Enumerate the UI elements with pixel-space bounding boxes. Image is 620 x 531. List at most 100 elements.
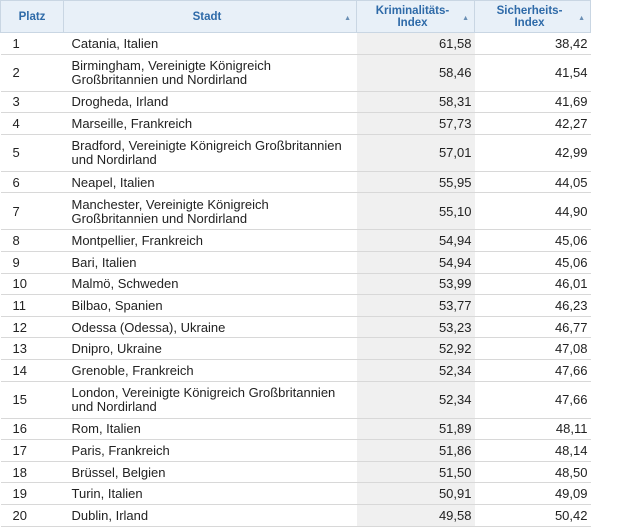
city-cell: Malmö, Schweden <box>63 273 357 296</box>
safety-index-cell: 44,90 <box>474 192 591 231</box>
table-row: 5 Bradford, Vereinigte Königreich Großbri… <box>0 134 591 172</box>
crime-index-cell: 54,94 <box>356 251 475 274</box>
column-header-crime-index-label: Kriminalitäts- Index <box>375 4 450 29</box>
column-header-crime-index[interactable]: Kriminalitäts- Index ▲ <box>356 0 475 33</box>
safety-index-cell: 45,06 <box>474 229 591 252</box>
table-row: 19 Turin, Italien 50,91 49,09 <box>0 482 591 505</box>
rank-cell: 17 <box>0 439 64 462</box>
rank-cell: 14 <box>0 359 64 382</box>
city-cell: Neapel, Italien <box>63 171 357 194</box>
table-row: 8 Montpellier, Frankreich 54,94 45,06 <box>0 229 591 252</box>
crime-index-cell: 50,91 <box>356 482 475 505</box>
crime-index-cell: 51,86 <box>356 439 475 462</box>
safety-index-cell: 41,54 <box>474 54 591 92</box>
city-cell: Rom, Italien <box>63 418 357 441</box>
city-cell: Odessa (Odessa), Ukraine <box>63 316 357 339</box>
safety-index-cell: 46,23 <box>474 294 591 317</box>
table-row: 11 Bilbao, Spanien 53,77 46,23 <box>0 294 591 317</box>
column-header-rank[interactable]: Platz <box>0 0 64 33</box>
rank-cell: 4 <box>0 112 64 135</box>
crime-index-cell: 58,31 <box>356 91 475 114</box>
rank-cell: 9 <box>0 251 64 274</box>
crime-index-cell: 55,10 <box>356 192 475 231</box>
city-cell: Bradford, Vereinigte Königreich Großbrit… <box>63 134 357 172</box>
rank-cell: 1 <box>0 32 64 55</box>
rank-cell: 5 <box>0 134 64 172</box>
crime-index-cell: 61,58 <box>356 32 475 55</box>
safety-index-cell: 44,05 <box>474 171 591 194</box>
column-header-rank-label: Platz <box>18 10 46 23</box>
city-cell: Turin, Italien <box>63 482 357 505</box>
column-header-safety-index[interactable]: Sicherheits- Index ▲ <box>474 0 591 33</box>
safety-index-cell: 50,42 <box>474 504 591 527</box>
crime-index-cell: 53,23 <box>356 316 475 339</box>
sort-caret-up-icon: ▲ <box>344 15 351 22</box>
city-cell: Dnipro, Ukraine <box>63 337 357 360</box>
crime-index-cell: 52,92 <box>356 337 475 360</box>
rank-cell: 15 <box>0 381 64 419</box>
safety-index-cell: 47,66 <box>474 381 591 419</box>
city-cell: Brüssel, Belgien <box>63 461 357 484</box>
crime-index-cell: 58,46 <box>356 54 475 92</box>
table-body: 1 Catania, Italien 61,58 38,42 2 Birmingham, … <box>0 32 591 527</box>
crime-index-cell: 51,89 <box>356 418 475 441</box>
city-cell: Catania, Italien <box>63 32 357 55</box>
table-row: 3 Drogheda, Irland 58,31 41,69 <box>0 91 591 114</box>
safety-index-cell: 47,66 <box>474 359 591 382</box>
city-cell: Marseille, Frankreich <box>63 112 357 135</box>
crime-index-cell: 53,99 <box>356 273 475 296</box>
crime-index-cell: 55,95 <box>356 171 475 194</box>
crime-index-table-container: Platz Stadt ▲ Kriminalitäts- Index ▲ Sic… <box>0 0 591 527</box>
city-cell: Bilbao, Spanien <box>63 294 357 317</box>
table-row: 7 Manchester, Vereinigte Königreich Großb… <box>0 192 591 231</box>
crime-index-cell: 51,50 <box>356 461 475 484</box>
rank-cell: 16 <box>0 418 64 441</box>
safety-index-cell: 42,27 <box>474 112 591 135</box>
city-cell: Bari, Italien <box>63 251 357 274</box>
table-row: 17 Paris, Frankreich 51,86 48,14 <box>0 439 591 462</box>
rank-cell: 3 <box>0 91 64 114</box>
city-cell: London, Vereinigte Königreich Großbritan… <box>63 381 357 419</box>
table-row: 9 Bari, Italien 54,94 45,06 <box>0 251 591 274</box>
city-cell: Birmingham, Vereinigte Königreich Großbr… <box>63 54 357 92</box>
rank-cell: 10 <box>0 273 64 296</box>
rank-cell: 7 <box>0 192 64 231</box>
table-row: 13 Dnipro, Ukraine 52,92 47,08 <box>0 337 591 360</box>
safety-index-cell: 42,99 <box>474 134 591 172</box>
city-cell: Montpellier, Frankreich <box>63 229 357 252</box>
table-row: 4 Marseille, Frankreich 57,73 42,27 <box>0 112 591 135</box>
rank-cell: 6 <box>0 171 64 194</box>
crime-index-cell: 49,58 <box>356 504 475 527</box>
crime-index-cell: 53,77 <box>356 294 475 317</box>
crime-index-table: Platz Stadt ▲ Kriminalitäts- Index ▲ Sic… <box>0 0 591 527</box>
safety-index-cell: 38,42 <box>474 32 591 55</box>
city-cell: Manchester, Vereinigte Königreich Großbr… <box>63 192 357 231</box>
safety-index-cell: 48,14 <box>474 439 591 462</box>
rank-cell: 19 <box>0 482 64 505</box>
column-header-city-label: Stadt <box>192 10 222 23</box>
city-cell: Drogheda, Irland <box>63 91 357 114</box>
rank-cell: 8 <box>0 229 64 252</box>
table-row: 14 Grenoble, Frankreich 52,34 47,66 <box>0 359 591 382</box>
safety-index-cell: 46,01 <box>474 273 591 296</box>
table-row: 18 Brüssel, Belgien 51,50 48,50 <box>0 461 591 484</box>
sort-caret-up-icon: ▲ <box>462 15 469 22</box>
table-row: 2 Birmingham, Vereinigte Königreich Großb… <box>0 54 591 92</box>
city-cell: Grenoble, Frankreich <box>63 359 357 382</box>
rank-cell: 11 <box>0 294 64 317</box>
table-row: 1 Catania, Italien 61,58 38,42 <box>0 32 591 55</box>
city-cell: Paris, Frankreich <box>63 439 357 462</box>
rank-cell: 13 <box>0 337 64 360</box>
table-row: 20 Dublin, Irland 49,58 50,42 <box>0 504 591 527</box>
column-header-city[interactable]: Stadt ▲ <box>63 0 357 33</box>
crime-index-cell: 52,34 <box>356 381 475 419</box>
crime-index-cell: 57,73 <box>356 112 475 135</box>
safety-index-cell: 48,50 <box>474 461 591 484</box>
safety-index-cell: 48,11 <box>474 418 591 441</box>
table-row: 16 Rom, Italien 51,89 48,11 <box>0 418 591 441</box>
column-header-safety-index-label: Sicherheits- Index <box>496 4 563 29</box>
table-row: 6 Neapel, Italien 55,95 44,05 <box>0 171 591 194</box>
crime-index-cell: 57,01 <box>356 134 475 172</box>
rank-cell: 12 <box>0 316 64 339</box>
safety-index-cell: 49,09 <box>474 482 591 505</box>
